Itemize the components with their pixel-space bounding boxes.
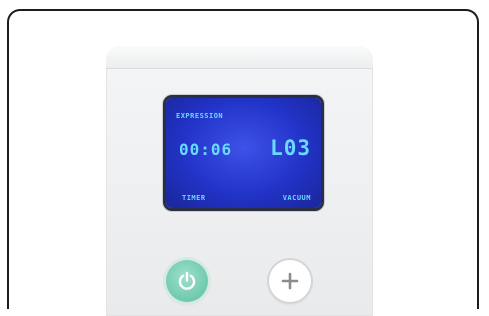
lcd-display: EXPRESSION 00:06 L03 TIMER VACUUM [166, 98, 321, 208]
breast-pump-device: EXPRESSION 00:06 L03 TIMER VACUUM [106, 46, 373, 316]
power-icon [178, 271, 196, 290]
vacuum-level-value: L03 [270, 136, 311, 160]
device-top-edge [106, 46, 373, 69]
timer-value: 00:06 [179, 140, 233, 159]
power-button[interactable] [166, 260, 208, 302]
mode-label: EXPRESSION [176, 112, 224, 120]
increase-button[interactable] [269, 260, 311, 302]
vacuum-label: VACUUM [282, 194, 311, 202]
plus-icon [281, 272, 299, 290]
timer-label: TIMER [182, 194, 206, 202]
